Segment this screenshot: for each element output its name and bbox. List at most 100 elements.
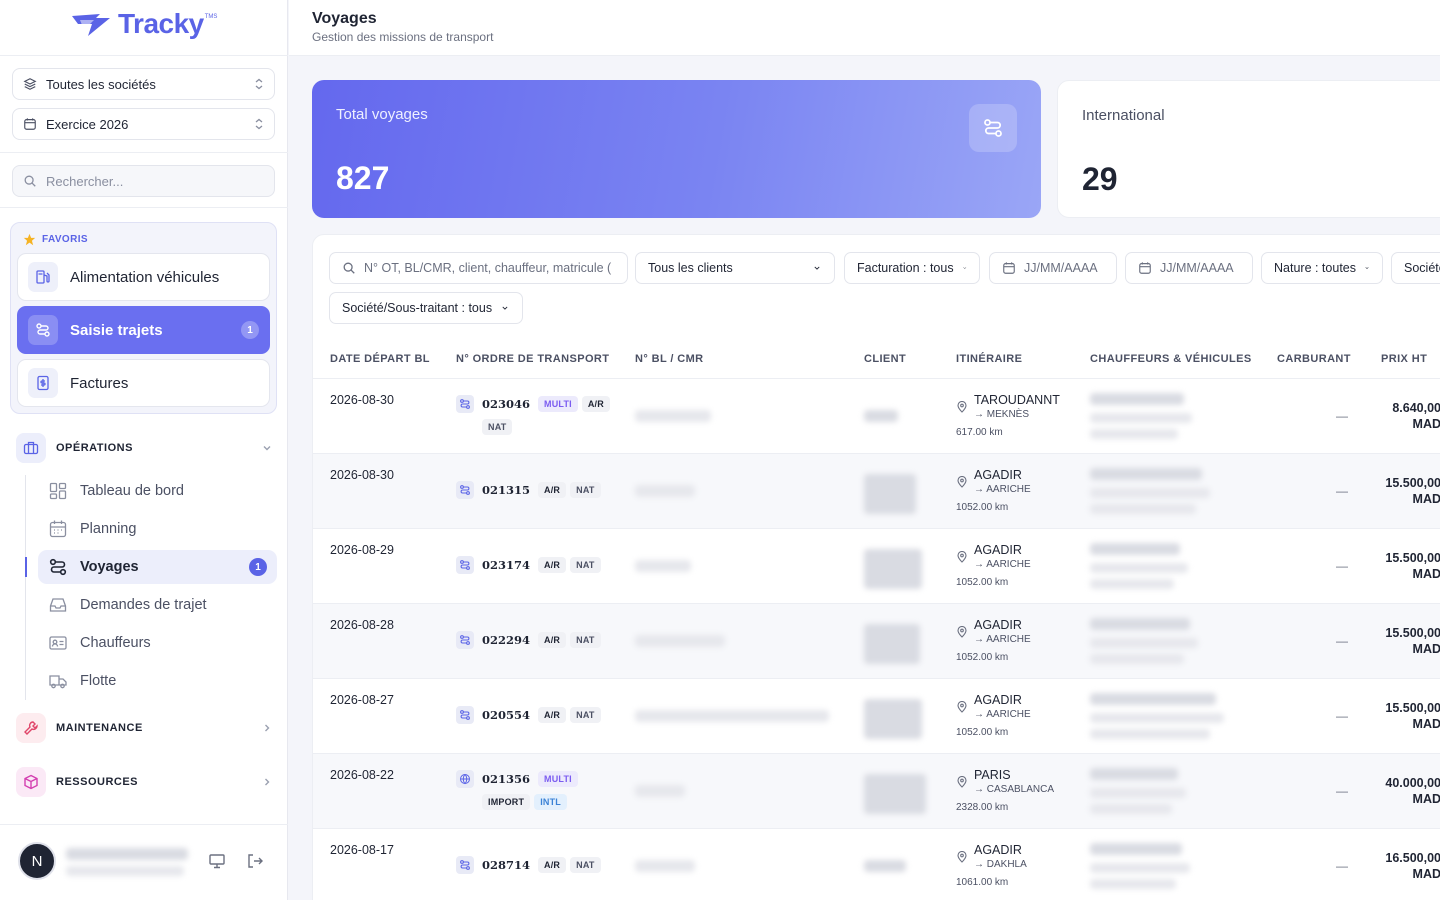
table-search-input[interactable]: N° OT, BL/CMR, client, chauffeur, matric…: [329, 252, 628, 284]
driver-redacted: [1090, 618, 1190, 630]
chevron-down-icon: [962, 267, 966, 269]
favorite-saisie-trajets[interactable]: Saisie trajets 1: [17, 306, 270, 354]
route-icon: [49, 558, 67, 576]
column-header[interactable]: CARBURANT: [1277, 353, 1351, 365]
monitor-icon[interactable]: [208, 852, 226, 870]
nav-tableau-de-bord[interactable]: Tableau de bord: [38, 474, 277, 508]
itinerary-distance: 1052.00 km: [956, 577, 1009, 588]
itinerary-destination: → AARICHE: [974, 559, 1031, 570]
column-header[interactable]: N° BL / CMR: [635, 353, 703, 365]
company-select[interactable]: Toutes les sociétés: [12, 68, 275, 100]
sous-traitant-filter-select[interactable]: Société/Sous-traitant : tous: [329, 292, 523, 324]
driver-redacted: [1090, 843, 1182, 855]
client-redacted: [864, 549, 922, 589]
vehicle-redacted: [1090, 504, 1196, 514]
divider: [0, 55, 288, 56]
table-row[interactable]: 2026-08-28 022294 A/R NAT AGADIR → AARICHE 105…: [313, 604, 1440, 679]
brand-suffix: TMS: [204, 14, 218, 20]
vehicle-redacted: [1090, 563, 1188, 573]
nav-flotte[interactable]: Flotte: [38, 664, 277, 698]
globe-icon: [456, 770, 474, 788]
table-row[interactable]: 2026-08-30 021315 A/R NAT AGADIR → AARICHE 105…: [313, 454, 1440, 529]
fuel-pump-icon: [28, 262, 58, 292]
nav-demandes-de-trajet[interactable]: Demandes de trajet: [38, 588, 277, 622]
layers-icon: [23, 78, 37, 90]
date-to-input[interactable]: JJ/MM/AAAA: [1125, 252, 1253, 284]
vehicle-redacted: [1090, 804, 1172, 814]
section-maintenance[interactable]: MAINTENANCE: [16, 712, 272, 744]
column-header[interactable]: PRIX HT: [1381, 353, 1427, 365]
transport-order[interactable]: 020554 A/R NAT: [456, 706, 616, 724]
itinerary: PARIS → CASABLANCA: [974, 768, 1054, 795]
column-header[interactable]: N° ORDRE DE TRANSPORT: [456, 353, 609, 365]
section-ressources[interactable]: RESSOURCES: [16, 766, 272, 798]
column-header[interactable]: DATE DÉPART BL: [330, 353, 430, 365]
section-label: MAINTENANCE: [56, 722, 143, 734]
transport-order[interactable]: 023174 A/R NAT: [456, 556, 616, 574]
tag-ar: A/R: [581, 396, 610, 412]
stat-card-international: International 29: [1057, 80, 1440, 218]
transport-order[interactable]: 023046 MULTI A/R NAT: [456, 395, 616, 435]
nature-filter-select[interactable]: Nature : toutes: [1261, 252, 1383, 284]
transport-order-number: 020554: [482, 708, 531, 722]
price-ht: 15.500,00 MAD: [1371, 550, 1440, 582]
favorite-alimentation-vehicules[interactable]: Alimentation véhicules: [17, 253, 270, 301]
stat-value: 29: [1082, 161, 1118, 197]
price-currency: MAD: [1412, 642, 1440, 656]
itinerary-origin: AGADIR: [974, 618, 1022, 632]
column-header[interactable]: ITINÉRAIRE: [956, 353, 1022, 365]
departure-date: 2026-08-30: [330, 468, 394, 482]
section-operations[interactable]: OPÉRATIONS: [16, 432, 272, 464]
transport-order[interactable]: 028714 A/R NAT: [456, 856, 616, 874]
tag-nat: NAT: [570, 857, 601, 873]
transport-order[interactable]: 021356 MULTI IMPORT INTL: [456, 770, 616, 810]
sidebar-search-input[interactable]: Rechercher...: [12, 165, 275, 197]
column-header[interactable]: CHAUFFEURS & VÉHICULES: [1090, 353, 1252, 365]
nav-tree-line: [25, 475, 26, 700]
itinerary-origin: AGADIR: [974, 543, 1022, 557]
itinerary: AGADIR → DAKHLA: [974, 843, 1027, 870]
fuel-value: —: [1336, 859, 1348, 873]
divider: [0, 824, 288, 825]
route-icon: [456, 856, 474, 874]
facturation-filter-value: Facturation : tous: [857, 261, 954, 275]
table-header: DATE DÉPART BL N° ORDRE DE TRANSPORT N° …: [313, 339, 1440, 379]
societe-filter-select[interactable]: Société: [1391, 252, 1440, 284]
transport-order[interactable]: 022294 A/R NAT: [456, 631, 616, 649]
itinerary: AGADIR → AARICHE: [974, 543, 1031, 570]
favorite-factures[interactable]: Factures: [17, 359, 270, 407]
calendar-icon: [1003, 262, 1015, 274]
chevron-down-icon: [502, 306, 508, 310]
tracky-logo[interactable]: Tracky TMS: [70, 8, 217, 40]
nav-planning[interactable]: Planning: [38, 512, 277, 546]
transport-order-number: 028714: [482, 858, 531, 872]
year-select[interactable]: Exercice 2026: [12, 108, 275, 140]
facturation-filter-select[interactable]: Facturation : tous: [844, 252, 980, 284]
year-select-value: Exercice 2026: [46, 116, 129, 132]
table-row[interactable]: 2026-08-17 028714 A/R NAT AGADIR → DAKHLA 1061…: [313, 829, 1440, 900]
sous-traitant-filter-value: Société/Sous-traitant : tous: [342, 301, 493, 315]
fuel-value: —: [1336, 409, 1348, 423]
tag-ar: A/R: [538, 707, 567, 723]
transport-order[interactable]: 021315 A/R NAT: [456, 481, 616, 499]
nature-filter-value: Nature : toutes: [1274, 261, 1356, 275]
nav-voyages[interactable]: Voyages 1: [38, 550, 277, 584]
date-from-input[interactable]: JJ/MM/AAAA: [989, 252, 1117, 284]
table-row[interactable]: 2026-08-22 021356 MULTI IMPORT INTL PARIS → CA…: [313, 754, 1440, 829]
logout-icon[interactable]: [246, 852, 264, 870]
calendar-icon: [49, 520, 67, 538]
nav-label: Flotte: [80, 673, 117, 689]
chevron-down-icon: [814, 266, 820, 270]
user-initial: N: [31, 852, 43, 870]
table-row[interactable]: 2026-08-29 023174 A/R NAT AGADIR → AARICHE 105…: [313, 529, 1440, 604]
transport-order-number: 022294: [482, 633, 531, 647]
column-header[interactable]: CLIENT: [864, 353, 906, 365]
nav-chauffeurs[interactable]: Chauffeurs: [38, 626, 277, 660]
client-redacted: [864, 474, 916, 514]
client-filter-select[interactable]: Tous les clients: [635, 252, 835, 284]
map-pin-icon: [957, 701, 967, 713]
user-avatar[interactable]: N: [18, 842, 56, 880]
table-row[interactable]: 2026-08-27 020554 A/R NAT AGADIR → AARICHE 105…: [313, 679, 1440, 754]
table-row[interactable]: 2026-08-30 023046 MULTI A/R NAT TAROUDANNT → M…: [313, 379, 1440, 454]
transport-order-number: 023174: [482, 558, 531, 572]
